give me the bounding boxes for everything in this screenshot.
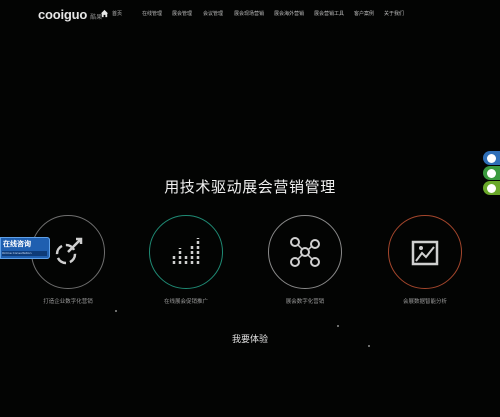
signal-icon	[172, 238, 200, 264]
home-icon	[100, 9, 109, 18]
decor-dot	[337, 325, 339, 327]
nav-label-home: 首页	[112, 11, 123, 17]
nav-item-about[interactable]: 关于我们	[384, 10, 414, 17]
target-icon	[55, 237, 83, 265]
feature-card-4[interactable]: 会展数据智能分析	[386, 215, 464, 305]
side-phone-button[interactable]	[483, 181, 500, 195]
feature-circle	[388, 215, 462, 289]
try-now-button[interactable]: 我要体验	[200, 332, 300, 345]
network-icon	[290, 237, 320, 267]
consult-label: 在线咨询	[3, 240, 31, 248]
site-logo[interactable]: cooiguo 酷果	[38, 7, 102, 22]
nav-item-exhibition[interactable]: 展会管理	[172, 10, 203, 17]
qq-icon	[487, 153, 496, 163]
hero-headline: 用技术驱动展会营销管理	[164, 178, 336, 196]
wechat-icon	[487, 168, 496, 178]
nav-item-onsite[interactable]: 展会现场营销	[234, 10, 274, 17]
online-consult-button[interactable]: 在线咨询 Online Consultation	[0, 237, 50, 259]
nav-item-tools[interactable]: 展会营销工具	[314, 10, 354, 17]
logo-text: cooiguo	[38, 7, 88, 22]
nav-item-meeting[interactable]: 会议管理	[203, 10, 234, 17]
nav-item-home[interactable]: 首页	[100, 9, 142, 18]
feature-circle	[149, 215, 223, 289]
main-nav: 首页 在线管理 展会管理 会议管理 展会现场营销 展会海外营销 展会营销工具 客…	[100, 9, 414, 18]
feature-card-3[interactable]: 展会数字化营销	[266, 215, 344, 305]
feature-card-2[interactable]: 在线展会促销推广	[147, 215, 225, 305]
consult-sublabel: Online Consultation	[2, 251, 47, 256]
feature-label: 打造企业数字化营销	[43, 299, 93, 305]
feature-card-1[interactable]: 打造企业数字化营销	[29, 215, 107, 305]
feature-circle	[268, 215, 342, 289]
chart-frame-icon	[411, 240, 439, 266]
side-qq-button[interactable]	[483, 151, 500, 165]
top-navbar: cooiguo 酷果 首页 在线管理 展会管理 会议管理 展会现场营销 展会海外…	[0, 0, 500, 30]
feature-label: 展会数字化营销	[285, 299, 325, 305]
side-wechat-button[interactable]	[483, 166, 500, 180]
feature-label: 会展数据智能分析	[402, 299, 447, 305]
nav-item-cases[interactable]: 客户案例	[354, 10, 384, 17]
nav-item-online[interactable]: 在线管理	[142, 10, 172, 17]
nav-item-overseas[interactable]: 展会海外营销	[274, 10, 314, 17]
phone-icon	[487, 183, 496, 193]
feature-label: 在线展会促销推广	[163, 299, 208, 305]
decor-dot	[368, 345, 370, 347]
decor-dot	[115, 310, 117, 312]
